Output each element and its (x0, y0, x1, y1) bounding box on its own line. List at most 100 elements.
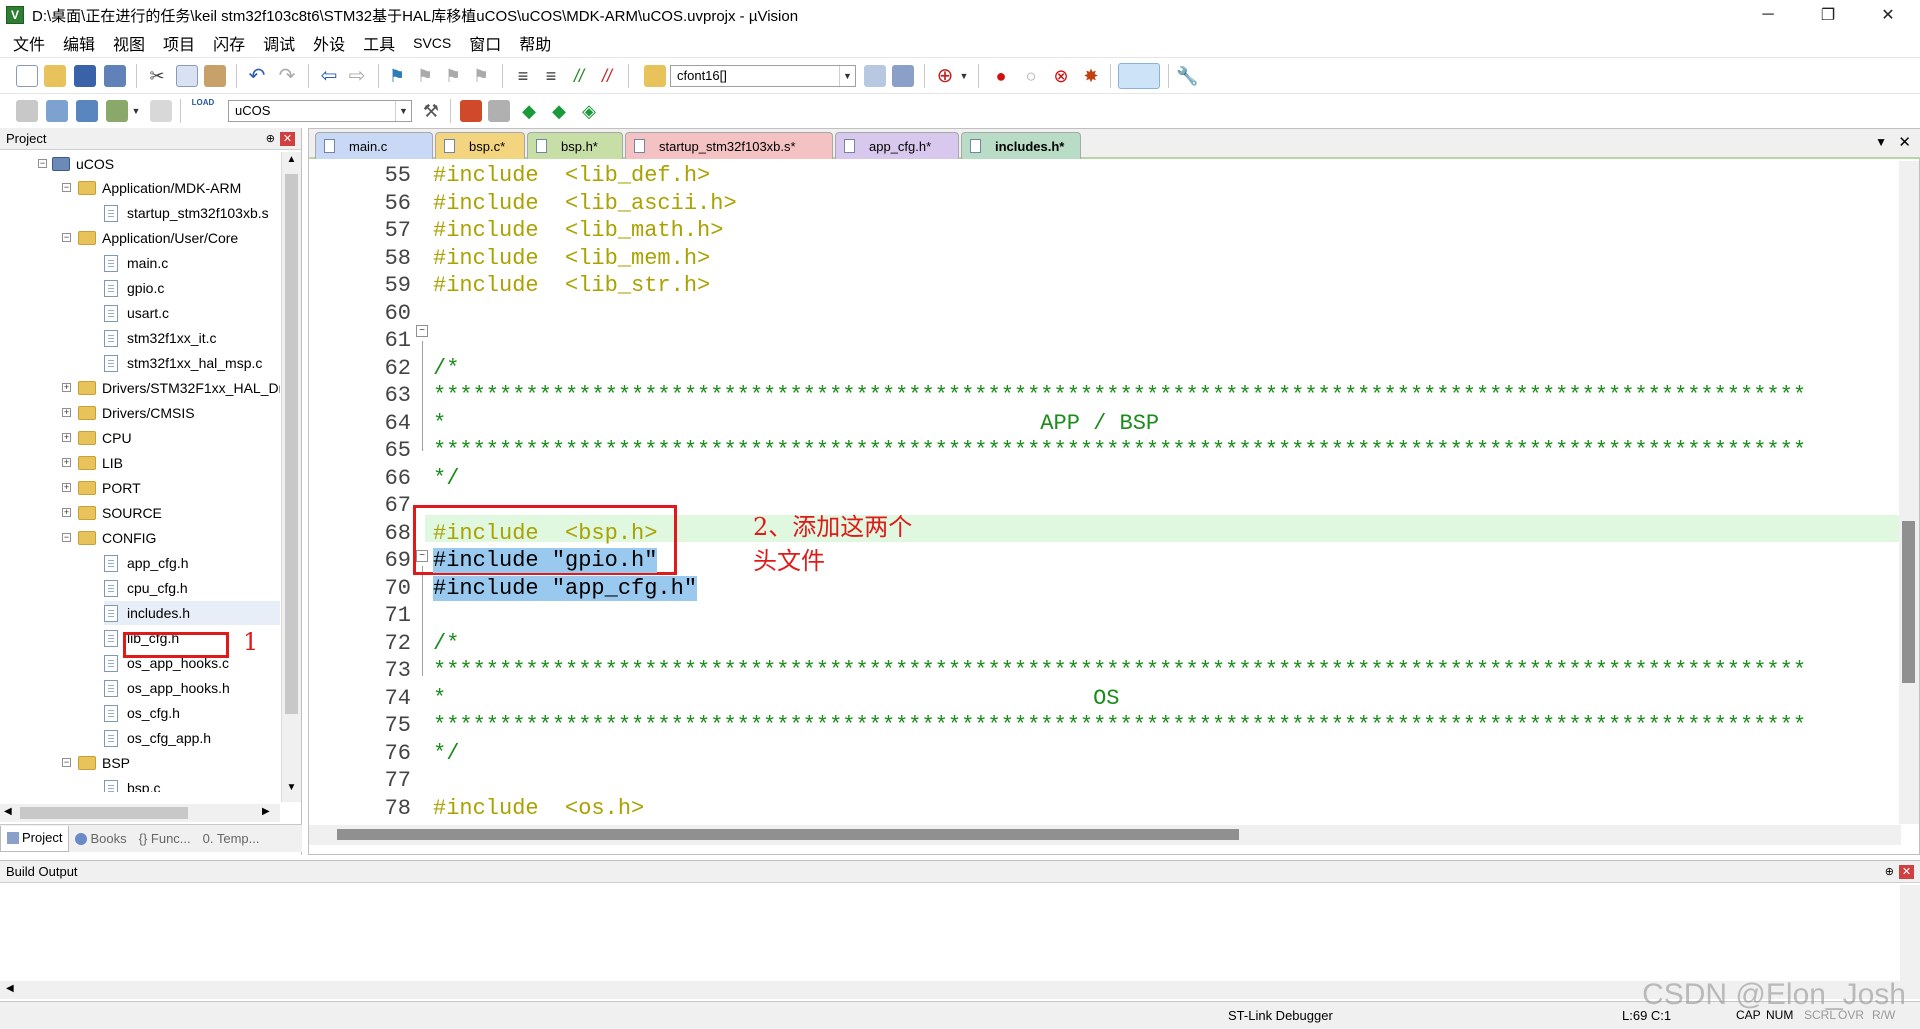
collapse-icon[interactable]: − (38, 159, 47, 168)
scrollbar-thumb[interactable] (20, 807, 188, 819)
code-line[interactable]: ****************************************… (433, 438, 1806, 463)
pin-icon[interactable]: ⊕ (266, 128, 275, 150)
load-download-icon[interactable]: LOAD (190, 98, 216, 124)
collapse-icon[interactable]: − (62, 233, 71, 242)
menu-edit[interactable]: 编辑 (54, 31, 104, 55)
tab-functions[interactable]: {} Func... (133, 826, 197, 852)
menu-flash[interactable]: 闪存 (204, 31, 254, 55)
chevron-down-icon[interactable]: ▼ (395, 101, 411, 121)
project-vertical-scrollbar[interactable]: ▲ ▼ (281, 152, 301, 802)
tree-file[interactable]: startup_stm32f103xb.s (104, 201, 269, 225)
next-bookmark-icon[interactable]: ⚑ (442, 65, 464, 87)
cut-icon[interactable]: ✂ (146, 65, 168, 87)
restore-button[interactable]: ❐ (1800, 0, 1856, 30)
translate-icon[interactable] (16, 100, 38, 122)
expand-icon[interactable]: + (62, 483, 71, 492)
menu-window[interactable]: 窗口 (460, 31, 510, 55)
copy-icon[interactable] (176, 65, 198, 87)
disable-breakpoint-icon[interactable]: ○ (1020, 65, 1042, 87)
tree-folder[interactable]: Drivers/STM32F1xx_HAL_Dr (78, 376, 280, 400)
project-horizontal-scrollbar[interactable]: ◀ ▶ (0, 804, 280, 822)
replace-icon[interactable] (892, 65, 914, 87)
chevron-down-icon[interactable]: ▼ (130, 100, 142, 122)
expand-icon[interactable]: + (62, 433, 71, 442)
tree-folder[interactable]: LIB (78, 451, 123, 475)
tab-main-c[interactable]: main.c (315, 132, 433, 159)
code-line[interactable]: /* (433, 356, 459, 381)
menu-debug[interactable]: 调试 (254, 31, 304, 55)
tree-file[interactable]: os_app_hooks.h (104, 676, 230, 700)
open-folder-icon[interactable] (44, 65, 66, 87)
debug-session-icon[interactable]: ⊕ (934, 65, 956, 87)
manage-rte-icon[interactable]: ◆ (518, 100, 540, 122)
code-line[interactable]: #include <lib_str.h> (433, 273, 710, 298)
nav-back-icon[interactable]: ⇦ (318, 65, 340, 87)
disable-all-breakpoints-icon[interactable]: ⊗ (1050, 65, 1072, 87)
build-icon[interactable] (46, 100, 68, 122)
expand-icon[interactable]: + (62, 508, 71, 517)
close-tab-icon[interactable]: ✕ (1898, 133, 1911, 151)
scroll-left-icon[interactable]: ◀ (6, 983, 14, 994)
code-line[interactable]: #include <lib_def.h> (433, 163, 710, 188)
tree-folder[interactable]: Drivers/CMSIS (78, 401, 195, 425)
bookmark-icon[interactable]: ⚑ (386, 65, 408, 87)
collapse-icon[interactable]: − (62, 533, 71, 542)
pin-icon[interactable]: ⊕ (1885, 861, 1894, 883)
find-combo[interactable]: cfont16[] ▼ (670, 65, 856, 87)
tab-list-dropdown-icon[interactable]: ▼ (1875, 135, 1887, 149)
select-packs-icon[interactable] (488, 100, 510, 122)
paste-icon[interactable] (204, 65, 226, 87)
code-area[interactable]: − − 2、添加这两个 头文件 55 #include <lib_def.h> 56… (309, 161, 1901, 824)
tree-file[interactable]: os_cfg_app.h (104, 726, 211, 750)
comment-icon[interactable]: // (568, 65, 590, 87)
undo-icon[interactable]: ↶ (246, 65, 268, 87)
close-icon[interactable]: ✕ (1899, 865, 1914, 879)
tree-folder[interactable]: Application/MDK-ARM (78, 176, 241, 200)
tree-folder[interactable]: BSP (78, 751, 130, 775)
tree-file[interactable]: gpio.c (104, 276, 164, 300)
chevron-down-icon[interactable]: ▼ (839, 66, 855, 86)
uncomment-icon[interactable]: // (596, 65, 618, 87)
new-file-icon[interactable] (16, 65, 38, 87)
tab-templates[interactable]: 0. Temp... (197, 826, 266, 852)
scroll-down-icon[interactable]: ▼ (284, 782, 299, 796)
code-line[interactable]: ****************************************… (433, 658, 1806, 683)
kill-all-breakpoints-icon[interactable]: ✸ (1080, 65, 1102, 87)
code-line[interactable]: */ (433, 466, 459, 491)
tree-folder[interactable]: CPU (78, 426, 132, 450)
tree-file[interactable]: main.c (104, 251, 168, 275)
close-icon[interactable]: ✕ (280, 132, 295, 146)
configure-icon[interactable]: 🔧 (1176, 65, 1198, 87)
code-line[interactable]: #include <os.h> (433, 796, 644, 821)
tab-startup-s[interactable]: startup_stm32f103xb.s* (625, 132, 833, 159)
editor-horizontal-scrollbar[interactable] (309, 825, 1901, 845)
chevron-down-icon[interactable]: ▼ (958, 65, 970, 87)
tree-file[interactable]: bsp.c (104, 776, 160, 792)
code-line[interactable]: */ (433, 741, 459, 766)
prev-bookmark-icon[interactable]: ⚑ (414, 65, 436, 87)
code-line[interactable]: #include <lib_ascii.h> (433, 191, 737, 216)
close-button[interactable]: ✕ (1860, 0, 1916, 30)
code-line[interactable]: * OS (433, 686, 1120, 711)
scroll-left-icon[interactable]: ◀ (4, 806, 12, 817)
scroll-up-icon[interactable]: ▲ (284, 154, 299, 168)
unindent-icon[interactable]: ≡ (540, 65, 562, 87)
menu-peripherals[interactable]: 外设 (304, 31, 354, 55)
expand-icon[interactable]: + (62, 458, 71, 467)
pack-installer-icon[interactable]: ◆ (548, 100, 570, 122)
tree-file[interactable]: app_cfg.h (104, 551, 189, 575)
scroll-right-icon[interactable]: ▶ (262, 806, 270, 817)
collapse-icon[interactable]: − (62, 183, 71, 192)
menu-view[interactable]: 视图 (104, 31, 154, 55)
tree-file[interactable]: stm32f1xx_hal_msp.c (104, 351, 262, 375)
window-layout-icon[interactable] (1118, 63, 1160, 89)
tree-file[interactable]: usart.c (104, 301, 169, 325)
build-horizontal-scrollbar[interactable]: ◀ (0, 981, 1900, 999)
scrollbar-thumb[interactable] (337, 829, 1239, 840)
minimize-button[interactable]: ─ (1740, 0, 1796, 30)
menu-help[interactable]: 帮助 (510, 31, 560, 55)
breakpoint-icon[interactable]: ● (990, 65, 1012, 87)
tab-app-cfg-h[interactable]: app_cfg.h* (835, 132, 959, 159)
collapse-icon[interactable]: − (62, 758, 71, 767)
menu-svcs[interactable]: SVCS (404, 35, 460, 51)
